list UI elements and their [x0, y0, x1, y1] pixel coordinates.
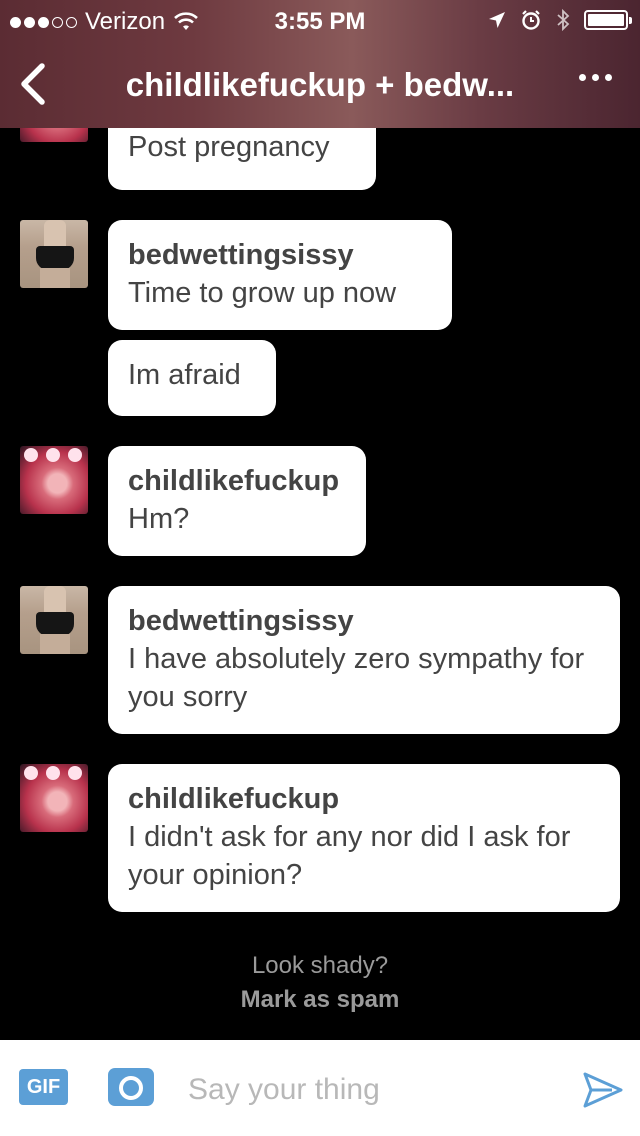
avatar[interactable]: [20, 128, 88, 142]
avatar[interactable]: [20, 764, 88, 832]
message-bubble: childlikefuckup I didn't ask for any nor…: [108, 764, 620, 912]
back-chevron-icon[interactable]: [14, 60, 54, 108]
spam-notice: Look shady? Mark as spam: [0, 952, 640, 1014]
more-icon[interactable]: [579, 74, 612, 81]
location-arrow-icon: [489, 12, 505, 28]
avatar[interactable]: [20, 220, 88, 288]
message-list[interactable]: Post pregnancy bedwettingsissy Time to g…: [0, 128, 640, 1040]
battery-icon: [584, 10, 632, 30]
message-bubble: bedwettingsissy I have absolutely zero s…: [108, 586, 620, 734]
spam-question: Look shady?: [251, 952, 389, 979]
message-text: I didn't ask for any nor did I ask for y…: [128, 821, 571, 891]
composer-bar: GIF: [0, 1040, 640, 1136]
message-text: I have absolutely zero sympathy for you …: [128, 643, 585, 713]
message-author: bedwettingsissy: [128, 605, 354, 637]
top-bar: Verizon 3:55 PM childlikefuckup + bedw..…: [0, 0, 640, 128]
bluetooth-icon: [557, 8, 570, 32]
message-text: Hm?: [128, 503, 190, 535]
message-author: childlikefuckup: [128, 465, 340, 497]
alarm-icon: [522, 10, 540, 30]
gif-button[interactable]: GIF: [19, 1069, 68, 1105]
send-icon[interactable]: [582, 1070, 624, 1110]
message-bubble: Post pregnancy: [108, 128, 376, 190]
mark-as-spam-link[interactable]: Mark as spam: [0, 986, 640, 1014]
message-bubble: Im afraid: [108, 340, 276, 416]
avatar[interactable]: [20, 586, 88, 654]
camera-icon[interactable]: [108, 1068, 154, 1106]
message-input[interactable]: [186, 1068, 550, 1112]
message-text: Time to grow up now: [128, 277, 397, 309]
message-bubble: bedwettingsissy Time to grow up now: [108, 220, 452, 330]
message-text: Post pregnancy: [128, 131, 330, 163]
nav-bar: childlikefuckup + bedw...: [0, 40, 640, 128]
conversation-title: childlikefuckup + bedw...: [125, 66, 515, 103]
message-author: bedwettingsissy: [128, 239, 354, 271]
message-bubble: childlikefuckup Hm?: [108, 446, 366, 556]
message-text: Im afraid: [128, 359, 241, 391]
message-author: childlikefuckup: [128, 783, 340, 815]
status-bar: Verizon 3:55 PM: [0, 0, 640, 40]
avatar[interactable]: [20, 446, 88, 514]
